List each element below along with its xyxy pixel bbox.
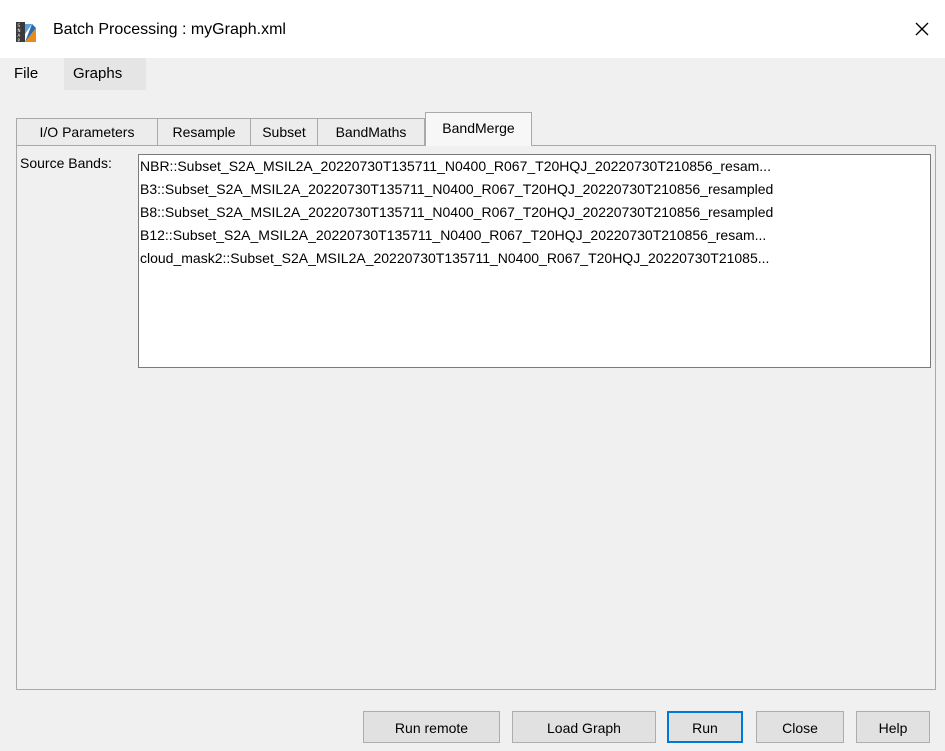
tab-io-parameters[interactable]: I/O Parameters — [16, 118, 158, 145]
close-icon[interactable] — [914, 21, 930, 37]
list-item[interactable]: B8::Subset_S2A_MSIL2A_20220730T135711_N0… — [139, 201, 930, 224]
close-button[interactable]: Close — [756, 711, 844, 743]
run-button[interactable]: Run — [667, 711, 743, 743]
tab-strip: I/O Parameters Resample Subset BandMaths… — [16, 110, 936, 146]
source-bands-label: Source Bands: — [20, 155, 112, 171]
snap-icon: S N A P — [16, 22, 36, 43]
tab-bandmaths[interactable]: BandMaths — [317, 118, 425, 145]
help-button[interactable]: Help — [856, 711, 930, 743]
menu-graphs[interactable]: Graphs — [73, 65, 122, 82]
tab-resample[interactable]: Resample — [157, 118, 251, 145]
tab-bandmerge[interactable]: BandMerge — [425, 112, 532, 146]
list-item[interactable]: NBR::Subset_S2A_MSIL2A_20220730T135711_N… — [139, 155, 930, 178]
list-item[interactable]: cloud_mask2::Subset_S2A_MSIL2A_20220730T… — [139, 247, 930, 270]
menu-file[interactable]: File — [14, 65, 38, 82]
list-item[interactable]: B3::Subset_S2A_MSIL2A_20220730T135711_N0… — [139, 178, 930, 201]
title-bar: S N A P Batch Processing : myGraph.xml — [0, 0, 945, 58]
list-item[interactable]: B12::Subset_S2A_MSIL2A_20220730T135711_N… — [139, 224, 930, 247]
tab-subset[interactable]: Subset — [250, 118, 318, 145]
source-bands-list[interactable]: NBR::Subset_S2A_MSIL2A_20220730T135711_N… — [138, 154, 931, 368]
run-remote-button[interactable]: Run remote — [363, 711, 500, 743]
window-title: Batch Processing : myGraph.xml — [53, 21, 286, 38]
load-graph-button[interactable]: Load Graph — [512, 711, 656, 743]
